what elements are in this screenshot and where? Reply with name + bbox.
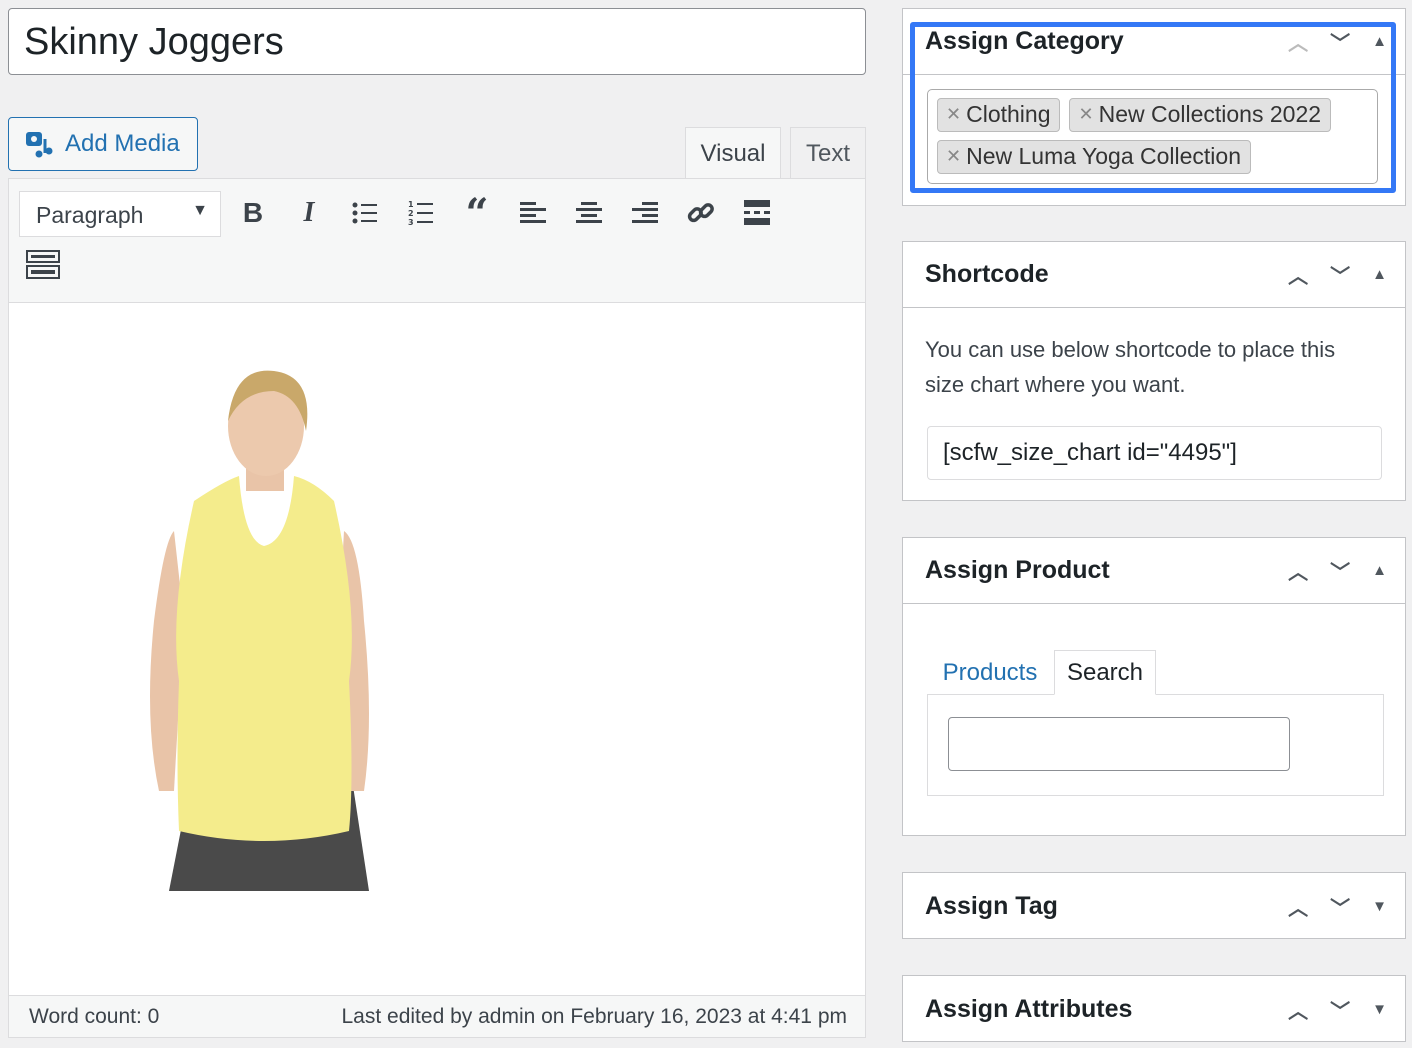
move-up-icon[interactable]: ︿ xyxy=(1288,260,1308,289)
product-search-input[interactable] xyxy=(948,717,1290,771)
collapse-toggle-icon[interactable]: ▲ xyxy=(1372,562,1387,579)
shortcode-description: You can use below shortcode to place thi… xyxy=(925,337,1336,397)
move-down-icon[interactable]: ﹀ xyxy=(1330,995,1350,1024)
link-icon[interactable] xyxy=(681,193,721,233)
svg-text:2: 2 xyxy=(408,209,414,218)
shortcode-input[interactable]: [scfw_size_chart id="4495"] xyxy=(927,426,1382,480)
numbered-list-icon[interactable]: 123 xyxy=(401,193,441,233)
panel-title: Assign Attributes xyxy=(925,994,1133,1023)
add-media-button[interactable]: Add Media xyxy=(8,117,198,171)
chevron-down-icon: ▼ xyxy=(192,202,208,219)
assign-product-panel: Assign Product ︿ ﹀ ▲ Products Search xyxy=(902,537,1406,836)
panel-title: Assign Product xyxy=(925,556,1110,584)
read-more-icon[interactable] xyxy=(737,193,777,233)
move-down-icon[interactable]: ﹀ xyxy=(1330,260,1350,289)
move-up-icon[interactable]: ︿ xyxy=(1288,995,1308,1024)
blockquote-icon[interactable]: “ xyxy=(457,190,497,237)
product-image xyxy=(150,370,369,891)
editor-toolbar: Paragraph ▼ B I 123 “ xyxy=(9,179,865,303)
bold-icon[interactable]: B xyxy=(233,193,273,233)
media-icon xyxy=(26,132,53,158)
last-edited: Last edited by admin on February 16, 202… xyxy=(341,1004,848,1028)
editor: Paragraph ▼ B I 123 “ Word count: 0 Last … xyxy=(8,178,866,1038)
panel-title: Assign Tag xyxy=(925,891,1058,920)
tab-text[interactable]: Text xyxy=(790,127,866,179)
expand-toggle-icon[interactable]: ▼ xyxy=(1372,1001,1387,1018)
post-title-input[interactable]: Skinny Joggers xyxy=(8,8,866,75)
editor-status-bar: Word count: 0 Last edited by admin on Fe… xyxy=(9,995,865,1037)
move-down-icon[interactable]: ﹀ xyxy=(1330,892,1350,921)
word-count: Word count: 0 xyxy=(29,1004,160,1028)
align-right-icon[interactable] xyxy=(625,193,665,233)
align-left-icon[interactable] xyxy=(513,193,553,233)
assign-tag-panel: Assign Tag ︿ ﹀ ▼ xyxy=(902,872,1406,939)
tab-visual[interactable]: Visual xyxy=(685,127,781,179)
tab-products[interactable]: Products xyxy=(927,650,1053,695)
format-select-value: Paragraph xyxy=(36,202,144,228)
svg-text:3: 3 xyxy=(408,218,414,226)
tab-search[interactable]: Search xyxy=(1054,650,1156,695)
format-select[interactable]: Paragraph ▼ xyxy=(19,191,221,237)
highlight-box xyxy=(910,22,1396,193)
shortcode-panel: Shortcode ︿ ﹀ ▲ You can use below shortcod… xyxy=(902,241,1406,501)
bulleted-list-icon[interactable] xyxy=(345,193,385,233)
toolbar-toggle-icon[interactable] xyxy=(23,245,63,285)
move-up-icon[interactable]: ︿ xyxy=(1288,892,1308,921)
expand-toggle-icon[interactable]: ▼ xyxy=(1372,898,1387,915)
add-media-label: Add Media xyxy=(65,130,180,157)
move-up-icon[interactable]: ︿ xyxy=(1288,556,1308,585)
svg-text:1: 1 xyxy=(408,200,414,209)
align-center-icon[interactable] xyxy=(569,193,609,233)
collapse-toggle-icon[interactable]: ▲ xyxy=(1372,266,1387,283)
move-down-icon[interactable]: ﹀ xyxy=(1330,556,1350,585)
italic-icon[interactable]: I xyxy=(289,193,329,233)
assign-attributes-panel: Assign Attributes ︿ ﹀ ▼ xyxy=(902,975,1406,1042)
panel-title: Shortcode xyxy=(925,260,1049,288)
